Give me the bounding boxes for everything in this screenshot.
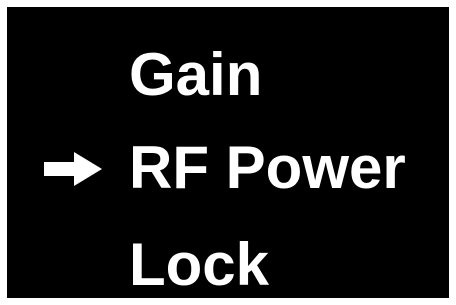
menu-item-lock[interactable]: Lock [7, 225, 449, 298]
menu-item-label: Gain [129, 41, 263, 108]
menu-item-label: RF Power [129, 134, 406, 201]
menu-item-label: Lock [129, 231, 270, 298]
menu-display: Gain RF Power Lock [7, 7, 449, 298]
menu-item-gain[interactable]: Gain [7, 35, 449, 115]
menu-item-rf-power[interactable]: RF Power [7, 128, 449, 208]
right-arrow-icon [44, 152, 102, 186]
